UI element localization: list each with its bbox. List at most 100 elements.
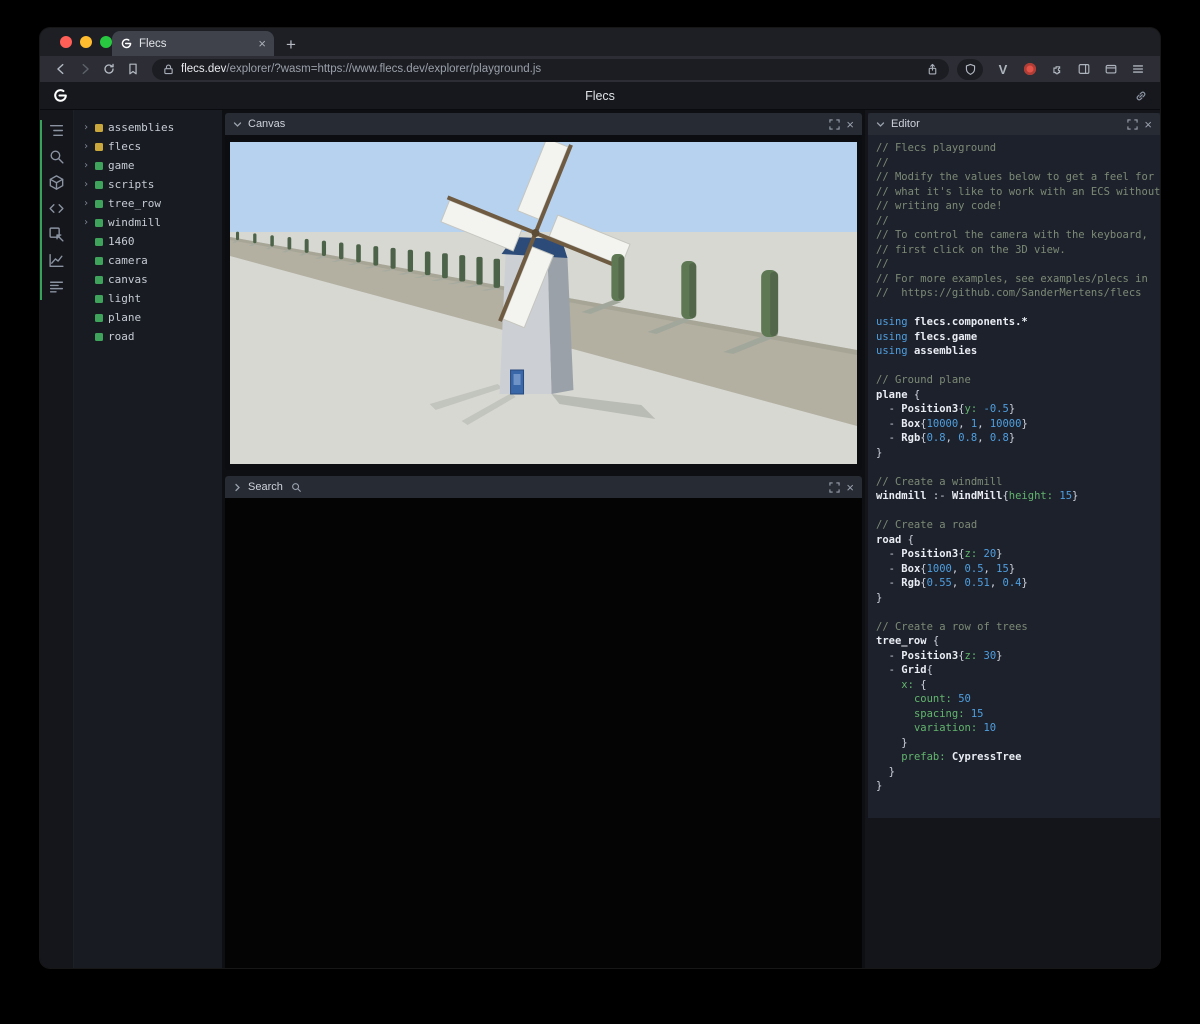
chart-icon[interactable] bbox=[48, 252, 65, 269]
entity-label: game bbox=[108, 159, 135, 172]
tree-item-assemblies[interactable]: › assemblies bbox=[74, 118, 222, 137]
code-line: // Create a windmill bbox=[876, 475, 1003, 488]
code-icon[interactable] bbox=[48, 200, 65, 217]
close-window-button[interactable] bbox=[60, 36, 72, 48]
code-line: } bbox=[876, 736, 908, 749]
code-line: road { bbox=[876, 533, 914, 546]
lock-icon bbox=[162, 63, 175, 76]
search-icon[interactable] bbox=[48, 148, 65, 165]
tree-item-plane[interactable]: plane bbox=[74, 308, 222, 327]
menu-hamburger-icon[interactable] bbox=[1130, 61, 1146, 77]
close-panel-icon[interactable]: × bbox=[846, 118, 854, 131]
editor-panel-header: Editor × bbox=[868, 113, 1160, 135]
editor-code[interactable]: // Flecs playground // // Modify the value… bbox=[868, 135, 1160, 818]
code-line: using assemblies bbox=[876, 345, 978, 357]
tree-item-scripts[interactable]: › scripts bbox=[74, 175, 222, 194]
back-button[interactable] bbox=[50, 59, 72, 79]
code-line: variation: 10 bbox=[913, 722, 997, 734]
forward-button[interactable] bbox=[74, 59, 96, 79]
entity-color-square bbox=[95, 256, 103, 265]
tree-item-light[interactable]: light bbox=[74, 289, 222, 308]
brave-shield-icon[interactable] bbox=[957, 58, 983, 80]
chevron-right-icon[interactable] bbox=[233, 483, 242, 492]
expand-panel-icon[interactable] bbox=[829, 481, 841, 493]
code-line: // Ground plane bbox=[876, 374, 971, 386]
3d-scene-canvas[interactable] bbox=[230, 142, 857, 464]
close-panel-icon[interactable]: × bbox=[846, 481, 854, 494]
chevron-right-icon[interactable]: › bbox=[82, 179, 90, 190]
vue-devtools-icon[interactable]: V bbox=[995, 61, 1011, 77]
entity-label: windmill bbox=[108, 216, 161, 229]
chevron-right-icon[interactable]: › bbox=[82, 122, 90, 133]
chevron-right-icon[interactable]: › bbox=[82, 198, 90, 209]
url-path: /explorer/?wasm=https://www.flecs.dev/ex… bbox=[226, 63, 542, 75]
chevron-down-icon[interactable] bbox=[876, 120, 885, 129]
app-main: › assemblies › flecs › game › scripts › tree_row ›… bbox=[40, 110, 1160, 968]
code-line: windmill :- WindMill{height: 15} bbox=[876, 490, 1079, 502]
entity-label: tree_row bbox=[108, 197, 161, 210]
chevron-down-icon[interactable] bbox=[233, 120, 242, 129]
code-line: // Create a row of trees bbox=[876, 620, 1028, 633]
tree-item-camera[interactable]: camera bbox=[74, 251, 222, 270]
reload-button[interactable] bbox=[98, 59, 120, 79]
browser-tab-strip: Flecs × + bbox=[40, 28, 1160, 56]
code-line: // writing any code! bbox=[876, 200, 1003, 212]
chevron-right-icon[interactable]: › bbox=[82, 217, 90, 228]
entity-color-square bbox=[95, 294, 103, 303]
stats-icon[interactable] bbox=[48, 278, 65, 295]
close-panel-icon[interactable]: × bbox=[1144, 118, 1152, 131]
tree-item-tree_row[interactable]: › tree_row bbox=[74, 194, 222, 213]
entity-color-square bbox=[95, 275, 103, 284]
box-icon[interactable] bbox=[48, 174, 65, 191]
chevron-right-icon[interactable]: › bbox=[82, 141, 90, 152]
entity-color-square bbox=[95, 142, 103, 151]
bookmark-icon[interactable] bbox=[122, 59, 144, 79]
share-icon[interactable] bbox=[926, 63, 939, 76]
entity-label: canvas bbox=[108, 273, 148, 286]
extensions-puzzle-icon[interactable] bbox=[1049, 61, 1065, 77]
address-bar[interactable]: flecs.dev/explorer/?wasm=https://www.fle… bbox=[152, 58, 949, 80]
code-line: using flecs.game bbox=[876, 330, 978, 343]
entity-tree-icon[interactable] bbox=[48, 122, 65, 139]
new-tab-button[interactable]: + bbox=[286, 36, 296, 53]
code-line: prefab: CypressTree bbox=[901, 751, 1022, 763]
flecs-logo-icon[interactable] bbox=[52, 87, 69, 104]
expand-panel-icon[interactable] bbox=[1127, 118, 1139, 130]
browser-tab-flecs[interactable]: Flecs × bbox=[112, 31, 274, 56]
search-panel: Search × bbox=[225, 476, 862, 968]
tree-item-game[interactable]: › game bbox=[74, 156, 222, 175]
code-line: - Position3{z: 20} bbox=[876, 548, 1003, 560]
entity-color-square bbox=[95, 218, 103, 227]
sidebar-toggle-icon[interactable] bbox=[1076, 61, 1092, 77]
tree-item-flecs[interactable]: › flecs bbox=[74, 137, 222, 156]
entity-label: plane bbox=[108, 311, 142, 324]
code-line: - Rgb{0.8, 0.8, 0.8} bbox=[876, 432, 1016, 444]
code-line: - Position3{z: 30} bbox=[876, 649, 1003, 662]
tree-item-windmill[interactable]: › windmill bbox=[74, 213, 222, 232]
tab-close-icon[interactable]: × bbox=[258, 37, 266, 50]
code-line: // bbox=[876, 214, 889, 227]
url-text[interactable]: flecs.dev/explorer/?wasm=https://www.fle… bbox=[181, 63, 920, 75]
code-line: // Flecs playground bbox=[876, 142, 997, 154]
link-icon[interactable] bbox=[1134, 89, 1148, 103]
canvas-panel-header: Canvas × bbox=[225, 113, 862, 135]
app-header: Flecs bbox=[40, 82, 1160, 110]
inspect-icon[interactable] bbox=[48, 226, 65, 243]
tree-item-road[interactable]: road bbox=[74, 327, 222, 346]
expand-panel-icon[interactable] bbox=[829, 118, 841, 130]
wallet-icon[interactable] bbox=[1103, 61, 1119, 77]
tree-item-canvas[interactable]: canvas bbox=[74, 270, 222, 289]
entity-color-square bbox=[95, 123, 103, 132]
chevron-right-icon[interactable]: › bbox=[82, 160, 90, 171]
flecs-favicon-icon bbox=[120, 37, 133, 50]
code-line: - Box{1000, 0.5, 15} bbox=[876, 562, 1016, 575]
flecs-explorer-app: Flecs › assemblies › flecs › game › scripts › tre… bbox=[40, 82, 1160, 968]
zoom-window-button[interactable] bbox=[100, 36, 112, 48]
window-controls bbox=[60, 36, 112, 48]
minimize-window-button[interactable] bbox=[80, 36, 92, 48]
search-results-area bbox=[225, 498, 862, 968]
red-extension-icon[interactable] bbox=[1022, 61, 1038, 77]
code-line: plane { bbox=[876, 388, 921, 401]
tree-item-1460[interactable]: 1460 bbox=[74, 232, 222, 251]
